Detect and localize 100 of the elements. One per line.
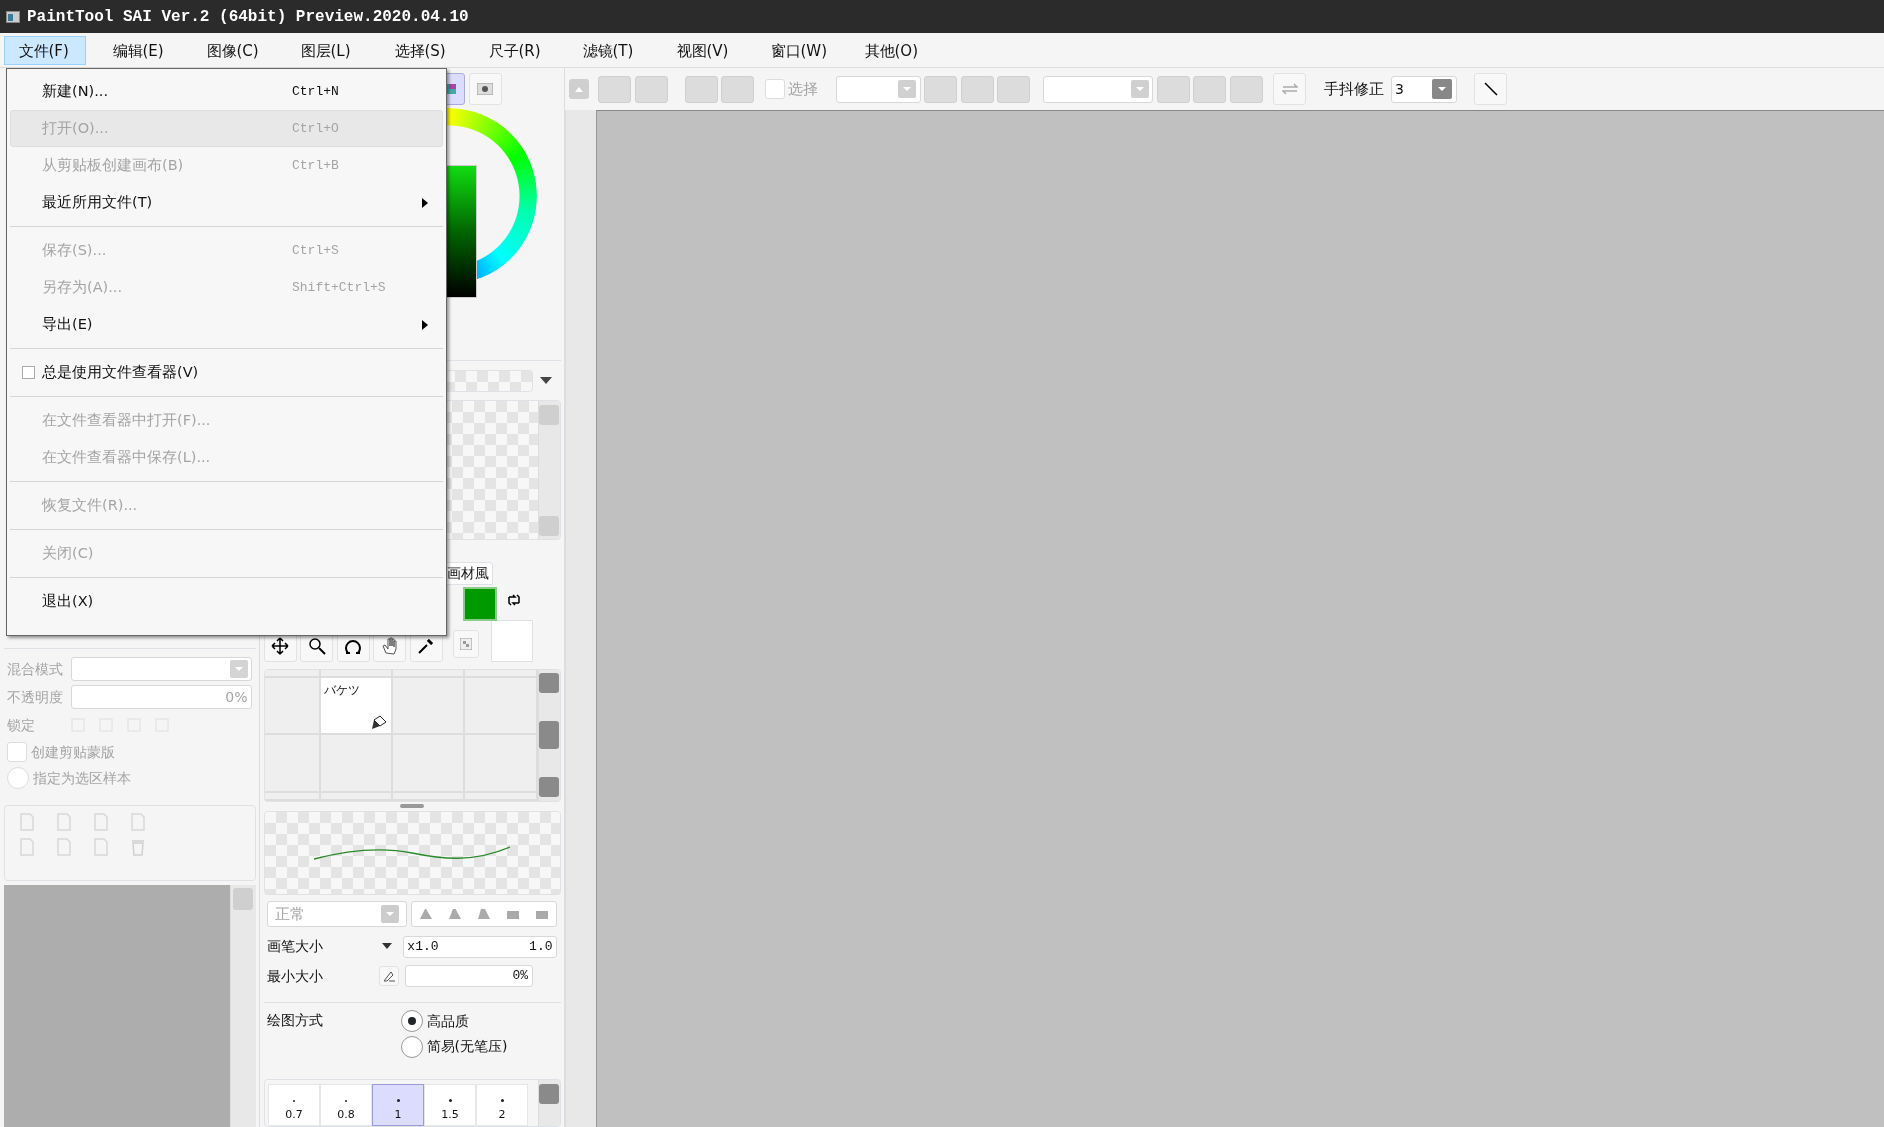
menu-item[interactable]: 编辑(E)	[97, 36, 192, 65]
up-arrow-icon	[574, 86, 583, 92]
layer-tool-icon	[55, 838, 72, 856]
toolbar-button[interactable]	[960, 75, 994, 103]
background-color-swatch[interactable]	[490, 620, 533, 662]
menu-item[interactable]: 图层(L)	[285, 36, 380, 65]
layer-tool-icon	[129, 813, 146, 831]
menu-item[interactable]: 滤镜(T)	[567, 36, 662, 65]
swap-button[interactable]	[1273, 73, 1306, 105]
brush-shape-icon	[448, 909, 461, 919]
toolbar-button[interactable]	[721, 75, 754, 103]
toolbar-button[interactable]	[634, 75, 668, 103]
brush-size-field[interactable]: x1.0 1.0	[402, 935, 557, 958]
toolbar-button[interactable]	[1193, 75, 1226, 103]
toolbar-button[interactable]	[997, 75, 1030, 103]
min-size-field[interactable]: 0%	[404, 965, 533, 987]
menu-item[interactable]: 图像(C)	[191, 36, 286, 65]
bucket-icon	[371, 713, 388, 730]
tool-palette-cell[interactable]	[264, 792, 321, 801]
brush-size-cell[interactable]: 2	[476, 1083, 528, 1126]
toolbar-button[interactable]	[1156, 75, 1190, 103]
brush-shape-icon	[477, 909, 490, 919]
brush-size-cell[interactable]: 1	[372, 1083, 424, 1126]
menu-item[interactable]: 视图(V)	[661, 36, 756, 65]
brush-shape-selector[interactable]	[410, 901, 557, 927]
scrollbar[interactable]	[537, 1080, 560, 1126]
tool-palette-cell[interactable]	[264, 735, 321, 793]
option-label: 高品质	[426, 1011, 469, 1031]
tool-palette-cell[interactable]	[320, 669, 393, 678]
toolbar-button[interactable]	[1229, 75, 1263, 103]
dropdown-value: 正常	[275, 903, 305, 925]
menu-item[interactable]: 选择(S)	[379, 36, 474, 65]
option-label: 简易(无笔压)	[426, 1037, 508, 1056]
field-label: 不透明度	[7, 687, 64, 707]
brush-size-cell[interactable]: 0.8	[320, 1083, 372, 1126]
checkbox-label: 选择	[788, 78, 818, 100]
stabilizer-label: 手抖修正	[1323, 78, 1384, 100]
brush-size-cell[interactable]: 1.5	[424, 1083, 476, 1126]
field-label: 画笔大小	[267, 937, 324, 956]
submenu-arrow-icon	[422, 197, 428, 208]
scroll-up-button[interactable]	[568, 79, 589, 99]
scrollbar[interactable]	[565, 110, 596, 1127]
toolbar-button[interactable]	[684, 75, 718, 103]
pressure-toggle-button[interactable]	[379, 966, 399, 986]
scrollbar[interactable]	[229, 884, 256, 1127]
line-tool-button[interactable]	[1474, 73, 1507, 105]
transparent-toggle-button[interactable]	[452, 630, 479, 658]
layer-tool-icon	[92, 838, 109, 856]
tool-palette-cell[interactable]	[264, 677, 321, 735]
toolbar-dropdown[interactable]	[1043, 75, 1153, 103]
menu-item[interactable]: 新建(N)... Ctrl+N	[10, 73, 443, 110]
dropdown-arrow-icon	[382, 943, 393, 950]
field-label: 绘图方式	[267, 1011, 324, 1030]
swap-arrows-icon	[1281, 83, 1298, 95]
menu-item[interactable]: 退出(X)	[10, 583, 443, 620]
brush-size-cell[interactable]: 0.7	[268, 1083, 320, 1126]
tool-palette-cell[interactable]	[392, 792, 466, 801]
move-icon	[271, 636, 289, 655]
scrollbar[interactable]	[537, 669, 560, 801]
stabilizer-dropdown[interactable]: 3	[1390, 75, 1457, 103]
layer-tool-icon	[18, 813, 35, 831]
menu-item[interactable]: 文件(F)	[3, 36, 86, 65]
tool-palette-cell[interactable]	[465, 669, 538, 678]
diagonal-line-icon	[1483, 82, 1498, 96]
tool-palette-cell[interactable]	[264, 669, 321, 678]
splitter-handle[interactable]	[400, 804, 424, 808]
scrollbar[interactable]	[537, 401, 560, 539]
dropdown-arrow-icon	[539, 376, 552, 385]
menu-item[interactable]: 窗口(W)	[755, 36, 850, 65]
tool-palette-cell[interactable]	[392, 669, 466, 678]
app-icon	[6, 10, 20, 23]
menu-item[interactable]: 最近所用文件(T)	[10, 184, 443, 221]
layer-tool-icon	[18, 838, 35, 856]
tool-name: バケツ	[324, 682, 361, 699]
radio-button[interactable]	[401, 1035, 423, 1058]
blend-mode-dropdown[interactable]	[70, 657, 252, 681]
menu-item[interactable]: 导出(E)	[10, 306, 443, 343]
foreground-color-swatch[interactable]	[462, 587, 497, 621]
toolbar-button[interactable]	[924, 75, 957, 103]
tool-palette-cell[interactable]	[465, 735, 538, 793]
menu-item[interactable]: 其他(O)	[849, 36, 944, 65]
radio-button[interactable]	[401, 1010, 423, 1032]
tool-palette-cell[interactable]	[392, 677, 466, 735]
menu-item[interactable]: 总是使用文件查看器(V)	[10, 354, 443, 391]
layer-tool-icon	[55, 813, 72, 831]
layer-tool-icon	[92, 813, 109, 831]
toolbar-button[interactable]	[598, 75, 631, 103]
menu-item[interactable]: 尺子(R)	[473, 36, 568, 65]
tool-palette-cell[interactable]	[465, 792, 538, 801]
tool-palette-cell[interactable]	[465, 677, 538, 735]
option-label: 创建剪贴蒙版	[30, 742, 115, 762]
toolbar-dropdown[interactable]	[835, 75, 921, 103]
brush-tool-cell[interactable]: バケツ	[320, 677, 393, 735]
trash-icon	[129, 838, 146, 856]
brush-shape-icon	[535, 909, 548, 919]
submenu-arrow-icon	[422, 319, 428, 330]
window-title: PaintTool SAI Ver.2 (64bit) Preview.2020.04.10	[27, 6, 469, 28]
image-icon	[477, 83, 493, 95]
swap-arrows-icon	[506, 593, 521, 607]
tool-palette-cell[interactable]	[320, 792, 393, 801]
